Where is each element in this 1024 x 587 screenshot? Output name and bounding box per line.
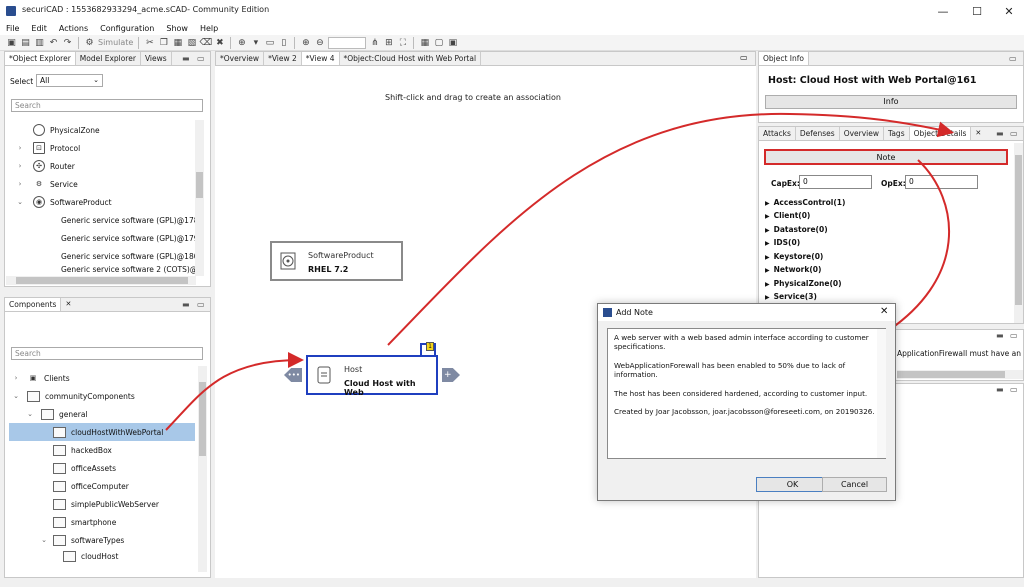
arrow-component-to-canvas <box>165 352 304 431</box>
dialog-title: Add Note <box>616 308 653 317</box>
note-scrollbar[interactable] <box>877 329 886 458</box>
close-icon[interactable]: ✕ <box>880 306 888 317</box>
note-paragraph: The host has been considered hardened, a… <box>614 388 868 398</box>
note-paragraph: WebApplicationForewall has been enabled … <box>614 360 846 380</box>
cancel-button[interactable]: Cancel <box>822 477 887 492</box>
ok-button[interactable]: OK <box>756 477 829 492</box>
add-note-dialog: Add Note ✕ A web server with a web based… <box>597 303 896 501</box>
note-paragraph: A web server with a web based admin inte… <box>614 333 869 352</box>
app-icon <box>603 308 612 317</box>
dialog-title-bar: Add Note ✕ <box>598 304 895 321</box>
note-paragraph: Created by Joar Jacobsson, joar.jacobsso… <box>614 407 875 417</box>
note-textarea[interactable]: A web server with a web based admin inte… <box>607 328 886 459</box>
